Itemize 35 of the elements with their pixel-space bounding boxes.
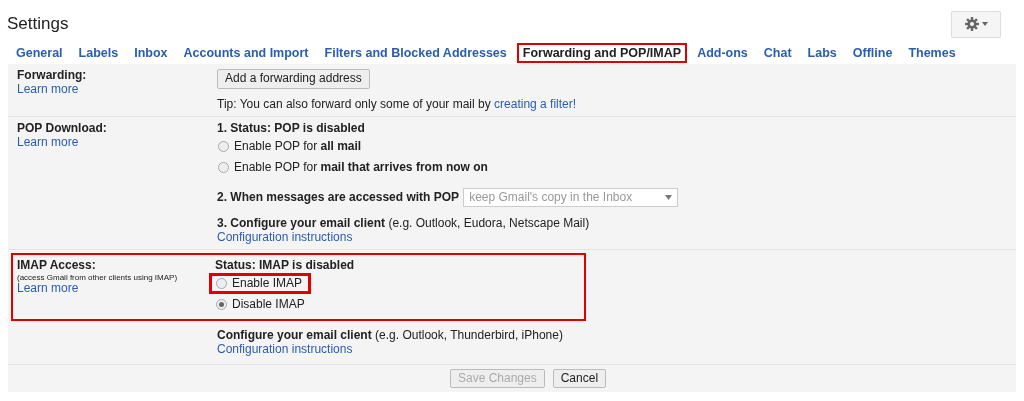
settings-icon <box>964 17 979 31</box>
tab[interactable]: Accounts and Import <box>177 43 315 64</box>
tab[interactable]: Labs <box>801 43 843 64</box>
tab[interactable]: Inbox <box>128 43 174 64</box>
tab[interactable]: Forwarding and POP/IMAP <box>516 43 688 64</box>
step-label: 2. When messages are accessed with POP <box>217 190 460 205</box>
section-label: Forwarding: <box>17 69 88 84</box>
radio-option[interactable]: Enable POP for mail that arrives from now on <box>211 156 497 179</box>
configure-text: Configure your email client (e.g. Outlook, Thunderbird, iPhone) <box>217 328 564 343</box>
tab[interactable]: Themes <box>902 43 962 64</box>
filter-link[interactable]: creating a filter! <box>494 97 577 112</box>
tab[interactable]: Offline <box>846 43 899 64</box>
caret-icon <box>981 22 988 26</box>
section-label: POP Download: <box>17 121 108 136</box>
learn-more-link[interactable]: Learn more <box>17 83 217 97</box>
configuration-link[interactable]: Configuration instructions <box>217 230 679 245</box>
configure-text: 3. Configure your email client (e.g. Outlook, Eudora, Netscape Mail) <box>217 217 591 231</box>
status-text: 1. Status: POP is disabled <box>217 121 366 136</box>
radio-option[interactable]: Disable IMAP <box>209 293 314 315</box>
tab[interactable]: Add-ons <box>691 43 754 64</box>
configuration-link[interactable]: Configuration instructions <box>217 342 1016 357</box>
add-forwarding-button[interactable]: Add a forwarding address <box>217 69 370 90</box>
dropdown-arrow-icon <box>665 195 673 201</box>
section-note: (access Gmail from other clients using IMAP) <box>17 272 179 282</box>
cancel-button[interactable]: Cancel <box>552 368 607 389</box>
tab[interactable]: Chat <box>757 43 798 64</box>
tip-text: Tip: You can also forward only some of your mail by creating a filter! <box>217 98 577 112</box>
settings-button[interactable] <box>951 10 1001 38</box>
tab[interactable]: Filters and Blocked Addresses <box>318 43 513 64</box>
radio-option[interactable]: Enable IMAP <box>209 272 312 294</box>
tab[interactable]: Labels <box>72 43 125 64</box>
section-label: IMAP Access: <box>17 258 97 273</box>
tab[interactable]: General <box>10 43 69 64</box>
page-title: Settings <box>7 14 69 34</box>
status-text: Status: IMAP is disabled <box>215 258 355 273</box>
